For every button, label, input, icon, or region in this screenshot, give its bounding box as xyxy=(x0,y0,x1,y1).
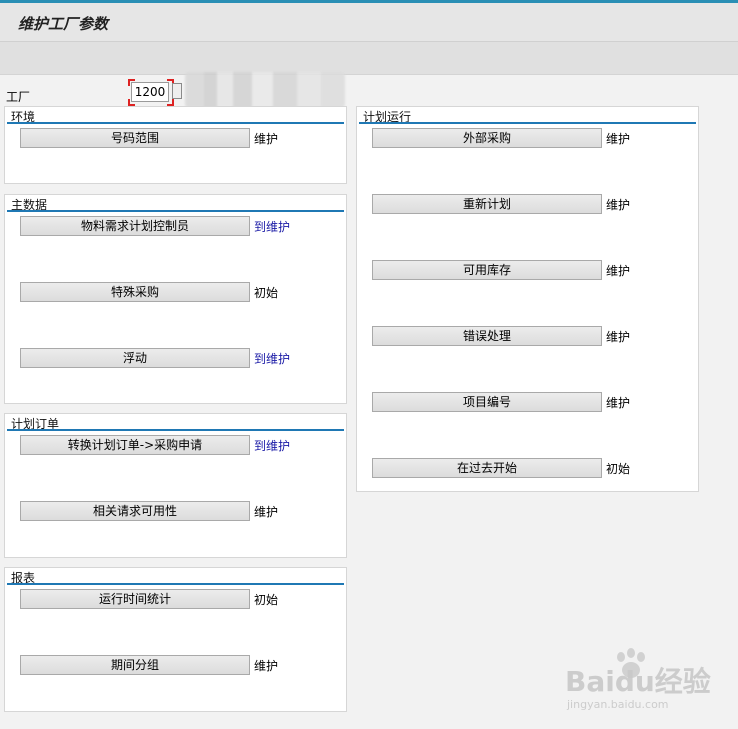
dependent-requirements-availability-button[interactable]: 相关请求可用性 xyxy=(20,501,250,521)
error-handling-button[interactable]: 错误处理 xyxy=(372,326,602,346)
focus-corner-bl xyxy=(128,99,135,106)
plant-label: 工厂 xyxy=(6,90,31,104)
status-text: 维护 xyxy=(606,330,631,344)
watermark-brand: Baidu经验 xyxy=(565,665,711,698)
period-grouping-button[interactable]: 期间分组 xyxy=(20,655,250,675)
status-text: 维护 xyxy=(254,132,279,146)
status-link[interactable]: 到维护 xyxy=(254,350,290,367)
mrp-controller-button[interactable]: 物料需求计划控制员 xyxy=(20,216,250,236)
status-text: 维护 xyxy=(254,505,279,519)
status-text: 初始 xyxy=(254,286,279,300)
group-divider xyxy=(7,122,344,124)
group-planned-order: 计划订单 转换计划订单->采购申请 到维护 相关请求可用性 维护 xyxy=(4,413,347,558)
group-master-data: 主数据 物料需求计划控制员 到维护 特殊采购 初始 浮动 到维护 xyxy=(4,194,347,404)
runtime-statistics-button[interactable]: 运行时间统计 xyxy=(20,589,250,609)
rescheduling-button[interactable]: 重新计划 xyxy=(372,194,602,214)
convert-planned-order-button[interactable]: 转换计划订单->采购申请 xyxy=(20,435,250,455)
focus-corner-tl xyxy=(128,79,135,86)
status-text: 初始 xyxy=(254,593,279,607)
special-procurement-button[interactable]: 特殊采购 xyxy=(20,282,250,302)
focus-corner-br xyxy=(167,99,174,106)
status-text: 维护 xyxy=(606,264,631,278)
start-in-past-button[interactable]: 在过去开始 xyxy=(372,458,602,478)
status-link[interactable]: 到维护 xyxy=(254,218,290,235)
status-text: 维护 xyxy=(606,396,631,410)
plant-help-button[interactable] xyxy=(172,83,182,99)
group-divider xyxy=(359,122,696,124)
number-range-button[interactable]: 号码范围 xyxy=(20,128,250,148)
plant-input[interactable] xyxy=(131,82,169,102)
redacted-plant-description xyxy=(185,72,345,108)
group-divider xyxy=(7,429,344,431)
float-button[interactable]: 浮动 xyxy=(20,348,250,368)
title-bar: 维护工厂参数 xyxy=(0,3,738,42)
application-toolbar xyxy=(0,42,738,75)
group-planning-run: 计划运行 外部采购 维护 重新计划 维护 可用库存 维护 错误处理 维护 项目编… xyxy=(356,106,699,492)
status-text: 维护 xyxy=(606,198,631,212)
watermark-url: jingyan.baidu.com xyxy=(567,698,669,711)
status-text: 维护 xyxy=(606,132,631,146)
external-procurement-button[interactable]: 外部采购 xyxy=(372,128,602,148)
group-divider xyxy=(7,210,344,212)
available-stock-button[interactable]: 可用库存 xyxy=(372,260,602,280)
status-text: 初始 xyxy=(606,462,631,476)
group-reports: 报表 运行时间统计 初始 期间分组 维护 xyxy=(4,567,347,712)
status-link[interactable]: 到维护 xyxy=(254,437,290,454)
page-title: 维护工厂参数 xyxy=(18,15,109,33)
item-numbering-button[interactable]: 项目编号 xyxy=(372,392,602,412)
group-divider xyxy=(7,583,344,585)
status-text: 维护 xyxy=(254,659,279,673)
group-environment: 环境 号码范围 维护 xyxy=(4,106,347,184)
